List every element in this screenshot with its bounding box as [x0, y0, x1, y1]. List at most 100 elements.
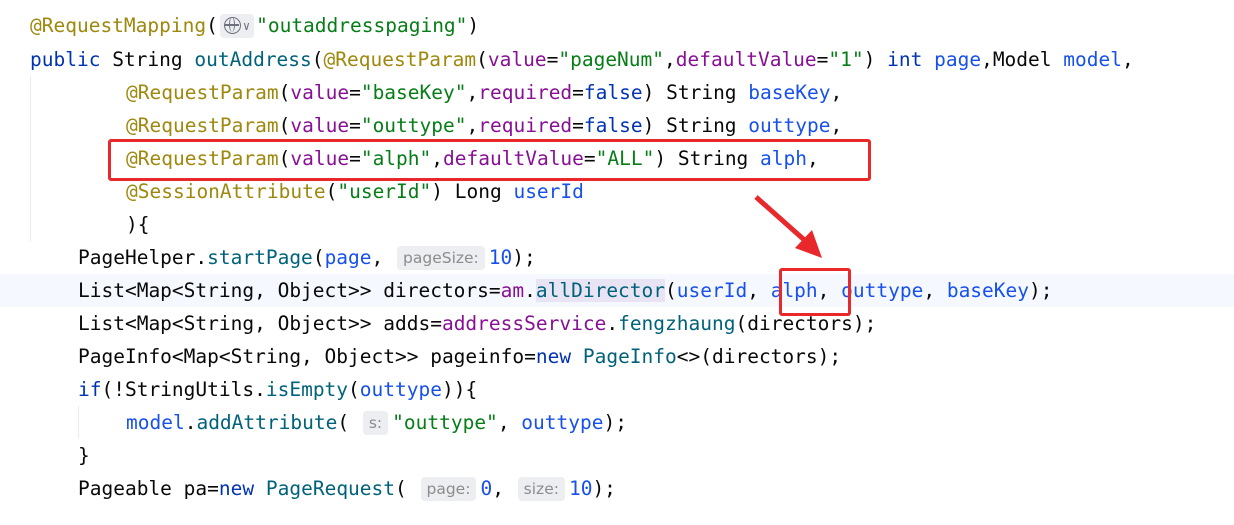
chevron-down-icon: ∨	[242, 19, 251, 33]
code-line[interactable]: Pageable pa=new PageRequest( page: 0, siz…	[0, 472, 1234, 505]
code-token: @RequestParam	[126, 81, 279, 104]
code-token: 0	[480, 477, 493, 500]
parameter-hint: s:	[362, 411, 389, 435]
code-token: am	[500, 279, 525, 302]
code-token: PageInfo	[582, 345, 677, 368]
code-text: Pageable pa=new PageRequest( page: 0, siz…	[78, 472, 616, 505]
code-token: ,	[830, 114, 843, 137]
code-token: "pageNum"	[558, 48, 665, 71]
code-line[interactable]: @RequestMapping(∨ "outaddresspaging")	[0, 9, 1234, 42]
code-token: ,	[1121, 48, 1134, 71]
code-token: List<Map<String, Object>> adds=	[78, 312, 442, 335]
code-token: ,	[747, 279, 771, 302]
code-token: outtype	[521, 411, 604, 434]
code-token: page	[324, 246, 372, 269]
code-token: userId	[676, 279, 748, 302]
code-text: List<Map<String, Object>> directors=am.a…	[78, 274, 1053, 307]
code-token: new	[218, 477, 266, 500]
code-token: "baseKey"	[360, 81, 467, 104]
code-token: .	[606, 312, 619, 335]
code-token: .	[524, 279, 536, 302]
code-token: );	[1029, 279, 1053, 302]
code-token: (	[312, 246, 325, 269]
code-token: )	[467, 14, 480, 37]
code-token: ,	[923, 279, 947, 302]
code-token: isEmpty	[265, 378, 349, 401]
code-token: ,Model	[981, 48, 1064, 71]
code-token: if	[78, 378, 102, 401]
code-token: (	[278, 114, 291, 137]
code-token: baseKey	[748, 81, 831, 104]
code-token: outtype	[841, 279, 924, 302]
code-token: required	[478, 81, 573, 104]
code-token: PageRequest	[265, 477, 396, 500]
code-text: ){	[126, 208, 149, 241]
parameter-hint: pageSize:	[397, 246, 485, 270]
code-token: defaultValue	[675, 48, 817, 71]
code-text: }	[78, 439, 90, 472]
code-token: value	[290, 81, 350, 104]
code-token: );	[592, 477, 616, 500]
code-line[interactable]: @RequestParam(value="baseKey",required=f…	[0, 76, 1234, 109]
code-token: =	[349, 81, 361, 104]
code-token: )	[863, 48, 888, 71]
code-token: pa	[183, 477, 208, 500]
code-text: @RequestParam(value="baseKey",required=f…	[126, 76, 842, 109]
code-token: outtype	[748, 114, 831, 137]
code-line[interactable]: @RequestParam(value="outtype",required=f…	[0, 109, 1234, 142]
code-token: ){	[126, 213, 150, 236]
code-token: (	[665, 279, 677, 302]
code-token: Pageable	[78, 477, 184, 500]
code-token: @SessionAttribute	[126, 180, 326, 203]
code-token: (	[206, 14, 218, 37]
code-line[interactable]: PageHelper.startPage(page, pageSize: 10);	[0, 241, 1234, 274]
code-token: value	[487, 48, 547, 71]
code-line[interactable]: }	[0, 439, 1234, 472]
code-line[interactable]: List<Map<String, Object>> adds=addressSe…	[0, 307, 1234, 340]
code-token: (	[395, 477, 419, 500]
code-line[interactable]: public String outAddress(@RequestParam(v…	[0, 43, 1234, 76]
code-token: "outtype"	[392, 411, 498, 434]
code-token: String	[112, 48, 195, 71]
code-token: new	[535, 345, 583, 368]
code-token: userId	[513, 180, 584, 203]
code-token: "outtype"	[360, 114, 467, 137]
parameter-hint: size:	[517, 477, 565, 501]
code-token: ,	[497, 411, 522, 434]
code-token: ,	[664, 48, 676, 71]
code-token: PageInfo<Map<String, Object>> pageinfo=	[78, 345, 536, 368]
code-token: "userId"	[337, 180, 432, 203]
code-token: public	[30, 48, 113, 71]
code-token: ,	[371, 246, 396, 269]
code-token: page	[934, 48, 982, 71]
code-token: @RequestParam	[126, 114, 279, 137]
code-token: required	[478, 114, 573, 137]
code-token: (	[278, 81, 291, 104]
code-text: PageInfo<Map<String, Object>> pageinfo=n…	[78, 340, 841, 373]
code-token: =	[207, 477, 219, 500]
code-token: <>(directors);	[676, 345, 842, 368]
code-line[interactable]: PageInfo<Map<String, Object>> pageinfo=n…	[0, 340, 1234, 373]
code-token: startPage	[207, 246, 313, 269]
code-token: model	[126, 411, 185, 434]
code-editor[interactable]: @RequestMapping(∨ "outaddresspaging") publ…	[0, 0, 1234, 525]
code-token: (	[337, 411, 361, 434]
code-token: addressService	[441, 312, 607, 335]
globe-icon	[223, 17, 241, 34]
globe-icon[interactable]: ∨	[219, 14, 255, 38]
code-text: List<Map<String, Object>> adds=addressSe…	[78, 307, 876, 340]
code-text: @RequestParam(value="outtype",required=f…	[126, 109, 842, 142]
code-token: addAttribute	[196, 411, 338, 434]
code-line[interactable]: if(!StringUtils.isEmpty(outtype)){	[0, 373, 1234, 406]
code-token: "1"	[828, 48, 864, 71]
code-line[interactable]: ){	[0, 208, 1234, 241]
code-token: (	[476, 48, 488, 71]
code-line[interactable]: model.addAttribute( s: "outtype", outtype…	[0, 406, 1234, 439]
annotation-highlight-box	[108, 139, 871, 181]
code-token: "outaddresspaging"	[256, 14, 468, 37]
code-token: (	[311, 48, 324, 71]
code-token: }	[78, 444, 90, 467]
code-line-current[interactable]: List<Map<String, Object>> directors=am.a…	[0, 274, 1234, 307]
code-token: fengzhaung	[618, 312, 736, 335]
parameter-hint: page:	[420, 477, 477, 501]
